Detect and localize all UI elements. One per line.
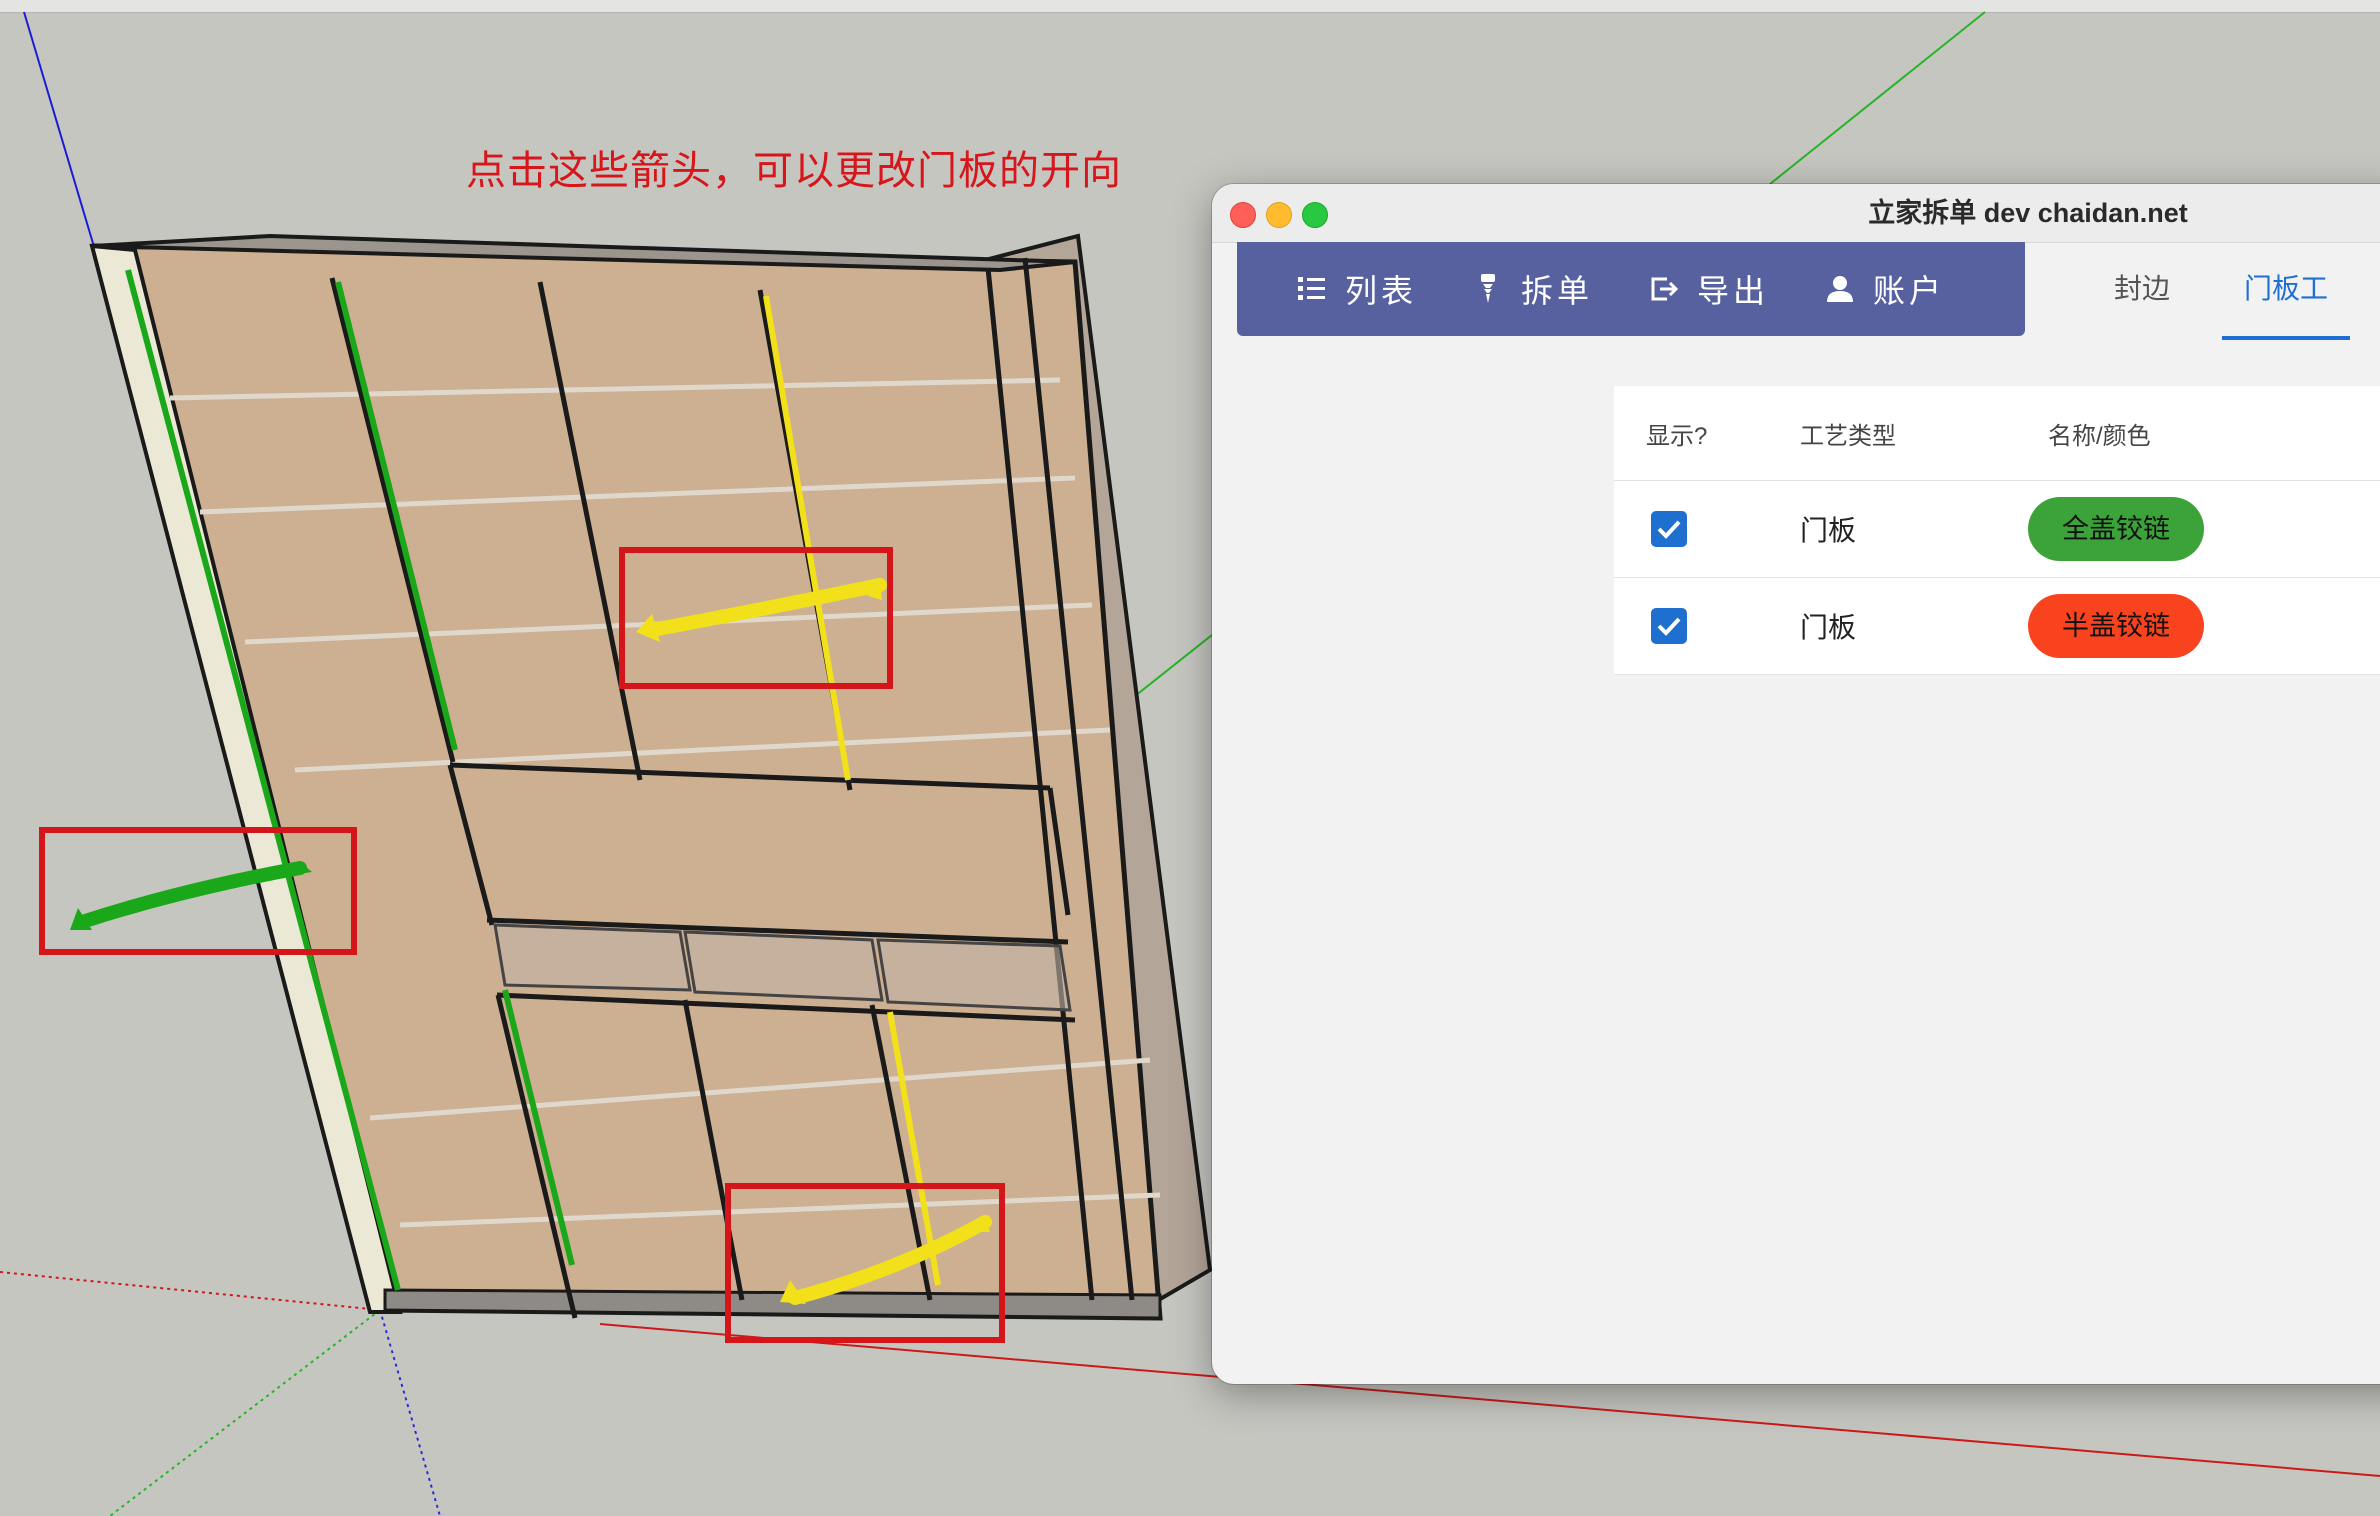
nav-item-label: 账户	[1873, 273, 1946, 309]
person-icon	[1825, 274, 1855, 304]
red-axis-dotted	[0, 1271, 381, 1311]
tab-edge-banding[interactable]: 封边	[2092, 258, 2192, 336]
table-row: 门板 全盖铰链	[1614, 481, 2380, 578]
nav-item-list[interactable]: 列表	[1279, 254, 1435, 324]
nav-item-label: 拆单	[1521, 273, 1594, 309]
column-header-show: 显示?	[1646, 422, 1708, 450]
table-row: 门板 半盖铰链	[1614, 578, 2380, 675]
check-icon	[1657, 617, 1681, 636]
drill-icon	[1473, 274, 1503, 304]
show-checkbox[interactable]	[1651, 608, 1687, 644]
plugin-window: 立家拆单 dev chaidan.net 列表 拆单 导出 账户 封边 门板工 …	[1212, 184, 2380, 1384]
green-axis-dotted	[109, 1309, 381, 1516]
main-nav: 列表 拆单 导出 账户	[1237, 242, 2025, 336]
show-checkbox[interactable]	[1651, 511, 1687, 547]
cabinet-bottom-plinth	[383, 1288, 1162, 1320]
blue-axis	[23, 11, 96, 251]
annotation-text: 点击这些箭头，可以更改门板的开向	[466, 149, 1122, 193]
column-header-name: 名称/颜色	[2048, 422, 2151, 450]
window-title: 立家拆单 dev chaidan.net	[1868, 198, 2188, 228]
hinge-type-button[interactable]: 全盖铰链	[2028, 497, 2204, 561]
green-axis-mid	[1129, 634, 1213, 701]
green-axis	[1769, 11, 1986, 185]
hinge-type-button[interactable]: 半盖铰链	[2028, 594, 2204, 658]
blue-axis-dotted	[379, 1309, 441, 1516]
nav-item-label: 列表	[1345, 273, 1418, 309]
column-header-type: 工艺类型	[1800, 422, 1896, 450]
list-icon	[1297, 274, 1327, 304]
tab-bar: 封边 门板工	[2092, 258, 2380, 340]
tab-door-panel[interactable]: 门板工	[2222, 258, 2351, 340]
export-icon	[1649, 274, 1679, 304]
nav-item-account[interactable]: 账户	[1807, 254, 1963, 324]
cabinet-model[interactable]	[39, 233, 1213, 1343]
door-process-table: 显示? 工艺类型 名称/颜色 门板 全盖铰链 门板 半盖铰链	[1614, 386, 2380, 675]
process-type: 门板	[1800, 515, 1857, 546]
nav-item-export[interactable]: 导出	[1631, 254, 1787, 324]
nav-item-label: 导出	[1697, 273, 1770, 309]
table-header: 显示? 工艺类型 名称/颜色	[1614, 386, 2380, 481]
nav-item-split[interactable]: 拆单	[1455, 254, 1611, 324]
process-type: 门板	[1800, 612, 1857, 643]
window-titlebar: 立家拆单 dev chaidan.net	[1212, 184, 2380, 243]
check-icon	[1657, 520, 1681, 539]
